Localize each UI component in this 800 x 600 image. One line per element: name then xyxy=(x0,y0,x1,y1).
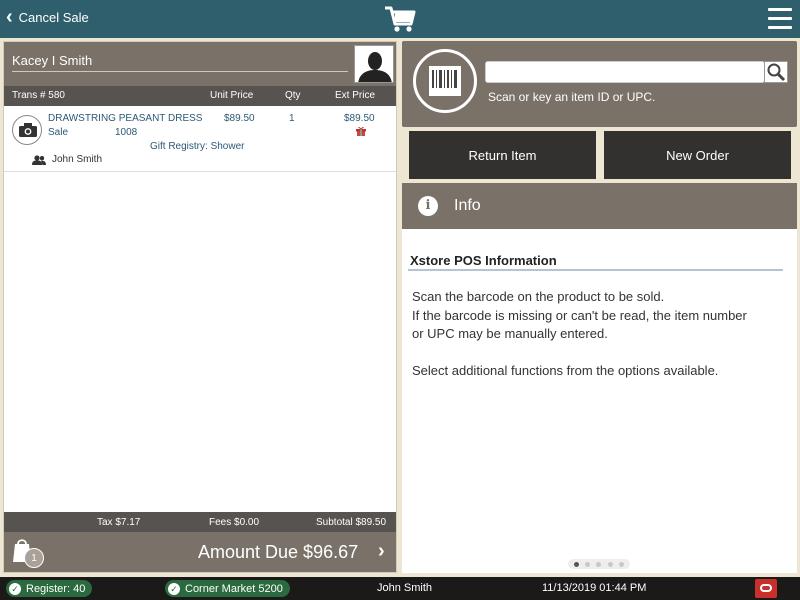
bag-count-badge: 1 xyxy=(24,548,44,568)
status-bar: ✓ Register: 40 ✓ Corner Market 5200 John… xyxy=(0,577,800,600)
divider xyxy=(408,269,783,271)
check-icon: ✓ xyxy=(168,582,180,595)
status-datetime: 11/13/2019 01:44 PM xyxy=(542,582,647,594)
gift-icon xyxy=(356,127,366,136)
top-bar: ‹ Cancel Sale xyxy=(0,0,800,38)
item-type: Sale xyxy=(48,127,69,138)
info-title: Info xyxy=(454,197,481,214)
subtotal: Subtotal $89.50 xyxy=(316,517,387,528)
trans-number: Trans # 580 xyxy=(12,90,65,101)
page-dot[interactable] xyxy=(574,561,580,567)
info-extra: Select additional functions from the opt… xyxy=(412,363,719,378)
return-item-button[interactable]: Return Item xyxy=(409,131,596,179)
register-label: Register: 40 xyxy=(26,582,86,595)
item-qty: 1 xyxy=(289,113,295,124)
search-button[interactable] xyxy=(764,61,788,83)
search-icon xyxy=(767,63,786,82)
item-search-input[interactable] xyxy=(485,61,765,83)
table-row[interactable]: DRAWSTRING PEASANT DRESS Sale 1008 $89.5… xyxy=(4,108,396,172)
table-header: Trans # 580 Unit Price Qty Ext Price xyxy=(4,86,396,106)
cancel-sale-label: Cancel Sale xyxy=(18,9,89,25)
info-icon: i xyxy=(418,196,438,216)
person-silhouette-icon xyxy=(355,46,393,82)
item-number: 1008 xyxy=(115,127,138,138)
info-heading: Xstore POS Information xyxy=(410,253,557,268)
menu-icon[interactable] xyxy=(768,8,792,30)
scan-panel: Scan or key an item ID or UPC. xyxy=(402,41,797,127)
cancel-sale-button[interactable]: ‹ Cancel Sale xyxy=(6,6,89,28)
item-ext-price: $89.50 xyxy=(344,113,375,124)
page-indicator[interactable] xyxy=(568,559,630,569)
column-ext-price: Ext Price xyxy=(335,90,376,101)
register-status: ✓ Register: 40 xyxy=(6,580,93,597)
tax-total: Tax $7.17 xyxy=(97,517,141,528)
new-order-button[interactable]: New Order xyxy=(604,131,791,179)
camera-icon xyxy=(12,115,42,145)
info-content: Xstore POS Information Scan the barcode … xyxy=(402,229,797,573)
gift-registry: Gift Registry: Shower xyxy=(150,141,245,152)
divider xyxy=(12,71,348,72)
chevron-left-icon: ‹ xyxy=(6,6,13,28)
customer-name: Kacey I Smith xyxy=(12,53,93,68)
associate-name: John Smith xyxy=(52,154,103,165)
oracle-logo xyxy=(755,579,777,598)
customer-avatar[interactable] xyxy=(354,45,394,83)
status-user: John Smith xyxy=(377,582,433,594)
amount-due-bar[interactable]: 1 Amount Due $96.67 › xyxy=(4,532,396,572)
item-description: DRAWSTRING PEASANT DRESS xyxy=(48,113,203,124)
amount-due[interactable]: Amount Due $96.67 xyxy=(198,542,358,563)
customer-bar[interactable]: Kacey I Smith xyxy=(4,42,396,86)
column-qty: Qty xyxy=(285,90,301,101)
scan-hint: Scan or key an item ID or UPC. xyxy=(488,90,656,104)
info-line: If the barcode is missing or can't be re… xyxy=(412,307,747,323)
chevron-right-icon[interactable]: › xyxy=(378,540,385,563)
associate: John Smith xyxy=(32,154,102,165)
page-dot[interactable] xyxy=(596,561,602,567)
column-unit-price: Unit Price xyxy=(210,90,254,101)
store-label: Corner Market 5200 xyxy=(185,582,283,595)
page-dot[interactable] xyxy=(618,561,624,567)
info-line: or UPC may be manually entered. xyxy=(412,326,608,341)
page-dot[interactable] xyxy=(585,561,591,567)
people-icon xyxy=(32,154,46,165)
item-unit-price: $89.50 xyxy=(224,113,255,124)
totals-bar: Tax $7.17 Fees $0.00 Subtotal $89.50 xyxy=(4,512,396,532)
info-line: Scan the barcode on the product to be so… xyxy=(412,289,665,304)
info-bar: i Info xyxy=(402,183,797,229)
page-dot[interactable] xyxy=(607,561,613,567)
transaction-panel: Kacey I Smith Trans # 580 Unit Price Qty… xyxy=(3,41,397,573)
fees-total: Fees $0.00 xyxy=(209,517,260,528)
cart-icon xyxy=(385,6,416,32)
barcode-icon[interactable] xyxy=(413,49,477,113)
store-status: ✓ Corner Market 5200 xyxy=(165,580,290,597)
check-icon: ✓ xyxy=(9,582,21,595)
